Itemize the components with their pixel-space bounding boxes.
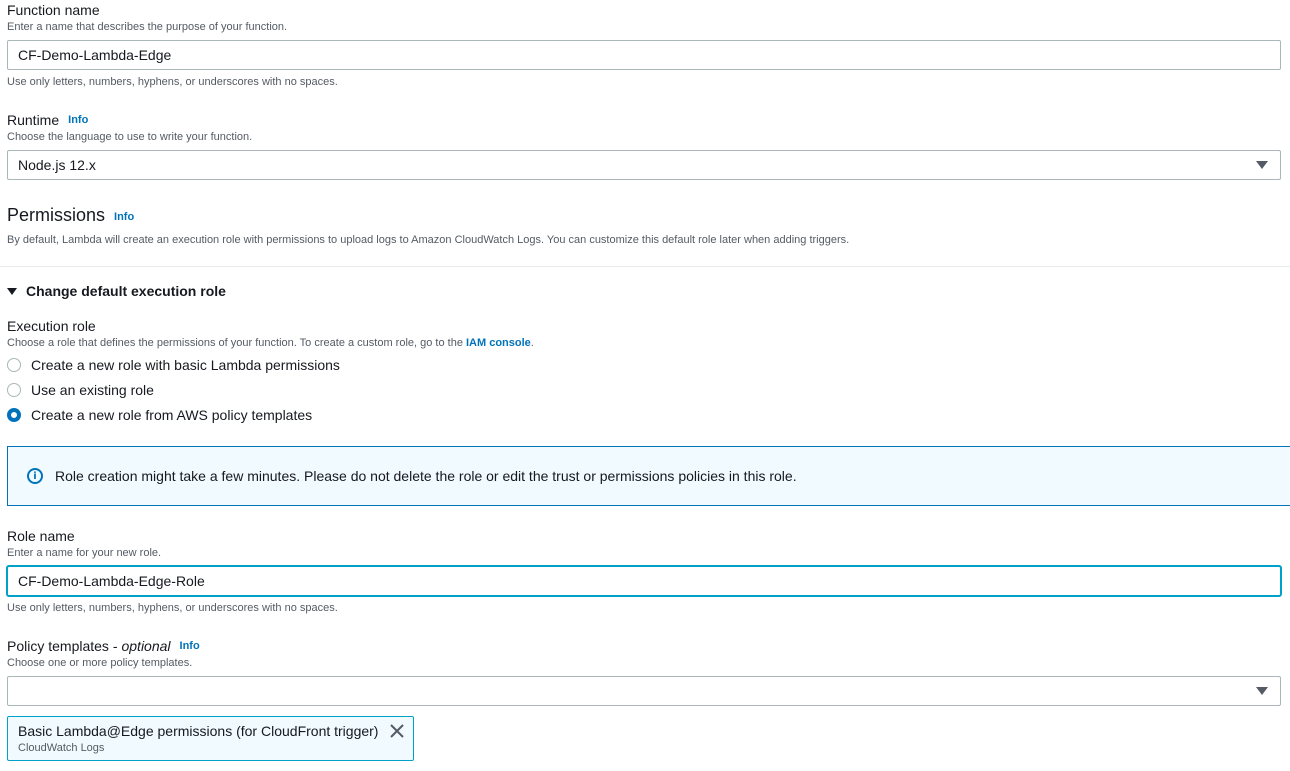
role-creation-info-alert: i Role creation might take a few minutes… bbox=[7, 446, 1290, 506]
radio-option-basic-lambda[interactable]: Create a new role with basic Lambda perm… bbox=[7, 357, 340, 373]
info-icon: i bbox=[27, 468, 43, 484]
radio-button-selected[interactable] bbox=[7, 408, 21, 422]
function-name-input[interactable]: CF-Demo-Lambda-Edge bbox=[7, 40, 1281, 70]
execution-role-description: Choose a role that defines the permissio… bbox=[7, 337, 534, 349]
radio-label: Create a new role with basic Lambda perm… bbox=[31, 357, 340, 373]
runtime-description: Choose the language to use to write your… bbox=[7, 131, 253, 143]
policy-templates-header: Policy templates - optional Info bbox=[7, 638, 200, 654]
radio-button[interactable] bbox=[7, 383, 21, 397]
close-icon[interactable] bbox=[389, 723, 405, 739]
execution-role-description-suffix: . bbox=[530, 337, 534, 349]
role-name-description: Enter a name for your new role. bbox=[7, 547, 162, 559]
alert-text: Role creation might take a few minutes. … bbox=[55, 468, 797, 484]
caret-down-icon bbox=[1256, 161, 1268, 169]
radio-label: Use an existing role bbox=[31, 382, 154, 398]
permissions-description: By default, Lambda will create an execut… bbox=[7, 234, 850, 246]
runtime-select-value: Node.js 12.x bbox=[18, 157, 96, 173]
function-name-constraint: Use only letters, numbers, hyphens, or u… bbox=[7, 76, 338, 88]
caret-down-icon bbox=[7, 287, 17, 295]
radio-button[interactable] bbox=[7, 358, 21, 372]
token-title: Basic Lambda@Edge permissions (for Cloud… bbox=[18, 723, 379, 739]
policy-templates-optional: optional bbox=[121, 638, 171, 654]
radio-label: Create a new role from AWS policy templa… bbox=[31, 407, 313, 423]
role-name-label: Role name bbox=[7, 528, 75, 544]
runtime-header: Runtime Info bbox=[7, 112, 88, 128]
change-default-execution-role-expander[interactable]: Change default execution role bbox=[7, 283, 226, 299]
radio-option-existing-role[interactable]: Use an existing role bbox=[7, 382, 154, 398]
runtime-select[interactable]: Node.js 12.x bbox=[7, 150, 1281, 180]
permissions-heading: Permissions bbox=[7, 205, 106, 225]
policy-templates-info-link[interactable]: Info bbox=[180, 640, 200, 652]
function-name-label: Function name bbox=[7, 2, 100, 18]
execution-role-label: Execution role bbox=[7, 318, 96, 334]
role-name-input[interactable]: CF-Demo-Lambda-Edge-Role bbox=[7, 566, 1281, 596]
radio-option-policy-templates[interactable]: Create a new role from AWS policy templa… bbox=[7, 407, 312, 423]
token-subtitle: CloudWatch Logs bbox=[18, 742, 105, 754]
function-name-description: Enter a name that describes the purpose … bbox=[7, 21, 288, 33]
execution-role-description-text: Choose a role that defines the permissio… bbox=[7, 337, 466, 349]
runtime-label: Runtime bbox=[7, 112, 60, 128]
runtime-info-link[interactable]: Info bbox=[68, 114, 88, 126]
role-name-constraint: Use only letters, numbers, hyphens, or u… bbox=[7, 602, 338, 614]
expander-label: Change default execution role bbox=[26, 283, 226, 299]
permissions-info-link[interactable]: Info bbox=[114, 211, 134, 223]
policy-templates-description: Choose one or more policy templates. bbox=[7, 657, 193, 669]
iam-console-link[interactable]: IAM console bbox=[466, 337, 531, 349]
permissions-header: Permissions Info bbox=[7, 205, 134, 226]
caret-down-icon bbox=[1256, 687, 1268, 695]
policy-templates-select[interactable] bbox=[7, 676, 1281, 706]
section-divider bbox=[0, 266, 1290, 267]
policy-templates-label: Policy templates - bbox=[7, 638, 118, 654]
policy-template-token: Basic Lambda@Edge permissions (for Cloud… bbox=[7, 716, 414, 761]
